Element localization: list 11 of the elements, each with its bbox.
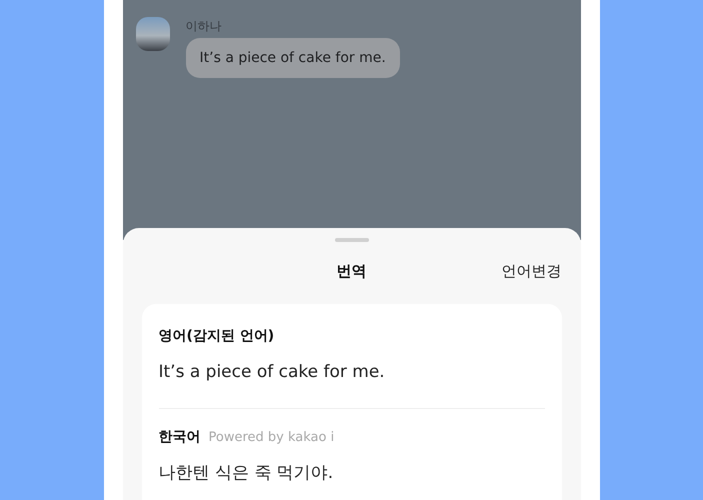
source-language-label: 영어(감지된 언어): [158, 327, 274, 346]
source-text: It’s a piece of cake for me.: [158, 361, 385, 384]
powered-by-text: Powered by kakao i: [208, 430, 334, 445]
message-bubble: It’s a piece of cake for me.: [186, 38, 400, 78]
target-language-label: 한국어: [158, 428, 200, 447]
drag-handle[interactable]: [334, 238, 368, 242]
sheet-title: 번역: [336, 262, 366, 280]
avatar-photo-placeholder: [136, 17, 170, 51]
translated-text: 나한텐 식은 죽 먹기야.: [158, 462, 334, 485]
sender-name: 이하나: [186, 18, 222, 34]
change-language-button[interactable]: 언어변경: [492, 262, 562, 280]
